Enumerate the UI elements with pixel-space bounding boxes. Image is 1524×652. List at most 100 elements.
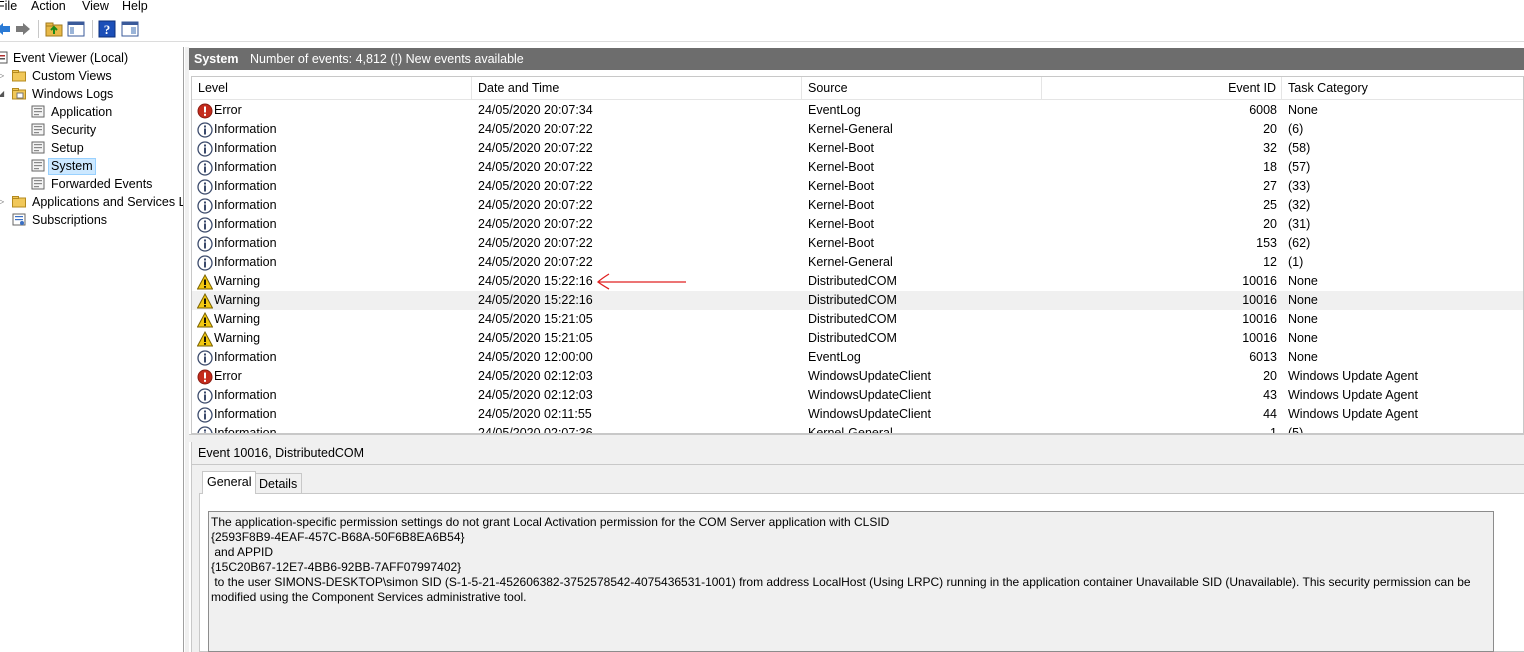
tab-details[interactable]: Details bbox=[254, 473, 303, 494]
menu-file[interactable]: File bbox=[0, 0, 17, 13]
menu-action[interactable]: Action bbox=[31, 0, 66, 13]
task-category-cell: None bbox=[1288, 312, 1318, 326]
date-cell: 24/05/2020 02:12:03 bbox=[478, 369, 593, 383]
table-row[interactable]: Information 24/05/2020 02:11:55 WindowsUpd… bbox=[192, 405, 1523, 424]
date-cell: 24/05/2020 20:07:22 bbox=[478, 198, 593, 212]
up-folder-icon[interactable] bbox=[45, 20, 63, 38]
table-row[interactable]: Warning 24/05/2020 15:21:05 DistributedCOM… bbox=[192, 310, 1523, 329]
level-cell: Information bbox=[214, 388, 277, 402]
tree-item-applications-and-services[interactable]: ▷ Applications and Services Lo bbox=[0, 193, 183, 211]
column-header-event-id[interactable]: Event ID bbox=[1042, 77, 1282, 99]
table-row[interactable]: Information 24/05/2020 20:07:22 Kernel-Boo… bbox=[192, 158, 1523, 177]
source-cell: Kernel-Boot bbox=[808, 217, 875, 231]
event-viewer-icon bbox=[0, 51, 8, 64]
svg-text:?: ? bbox=[104, 22, 111, 37]
table-row[interactable]: Information 24/05/2020 20:07:22 Kernel-Boo… bbox=[192, 234, 1523, 253]
table-row[interactable]: Information 24/05/2020 20:07:22 Kernel-Boo… bbox=[192, 215, 1523, 234]
information-icon bbox=[197, 179, 213, 195]
date-cell: 24/05/2020 15:21:05 bbox=[478, 331, 593, 345]
column-header-task-category[interactable]: Task Category bbox=[1282, 77, 1523, 99]
source-cell: EventLog bbox=[808, 103, 861, 117]
tree-item-forwarded-events[interactable]: Forwarded Events bbox=[0, 175, 183, 193]
forward-arrow-icon[interactable] bbox=[14, 20, 32, 38]
show-action-pane-icon[interactable] bbox=[121, 20, 139, 38]
event-id-cell: 27 bbox=[1263, 179, 1277, 193]
event-id-cell: 20 bbox=[1263, 217, 1277, 231]
information-icon bbox=[197, 160, 213, 176]
table-row[interactable]: Information 24/05/2020 20:07:22 Kernel-Boo… bbox=[192, 139, 1523, 158]
task-category-cell: (58) bbox=[1288, 141, 1311, 155]
task-category-cell: Windows Update Agent bbox=[1288, 388, 1418, 402]
column-header-source[interactable]: Source bbox=[802, 77, 1042, 99]
table-row[interactable]: Information 24/05/2020 02:07:36 Kernel-Gen… bbox=[192, 424, 1523, 433]
table-row[interactable]: Information 24/05/2020 20:07:22 Kernel-Boo… bbox=[192, 177, 1523, 196]
tab-general[interactable]: General bbox=[202, 471, 257, 494]
expand-arrow-icon[interactable]: ▷ bbox=[0, 193, 4, 211]
error-icon bbox=[197, 369, 213, 385]
column-header-date[interactable]: Date and Time bbox=[472, 77, 802, 99]
horizontal-splitter[interactable] bbox=[189, 434, 1524, 442]
show-hide-tree-icon[interactable] bbox=[67, 20, 85, 38]
toolbar-separator bbox=[38, 20, 39, 38]
information-icon bbox=[197, 122, 213, 138]
source-cell: Kernel-Boot bbox=[808, 198, 875, 212]
event-count-text: Number of events: 4,812 (!) New events a… bbox=[250, 52, 524, 66]
table-row[interactable]: Warning 24/05/2020 15:22:16 DistributedCOM… bbox=[192, 272, 1523, 291]
event-id-cell: 20 bbox=[1263, 122, 1277, 136]
table-row[interactable]: Warning 24/05/2020 15:22:16 DistributedCOM… bbox=[192, 291, 1523, 310]
table-row[interactable]: Information 24/05/2020 20:07:22 Kernel-Gen… bbox=[192, 120, 1523, 139]
tree-selected-label: System bbox=[48, 158, 96, 175]
task-category-cell: Windows Update Agent bbox=[1288, 407, 1418, 421]
event-id-cell: 10016 bbox=[1242, 312, 1277, 326]
collapse-arrow-icon[interactable]: ◢ bbox=[0, 85, 4, 103]
column-header-level[interactable]: Level bbox=[192, 77, 472, 99]
tree-item-subscriptions[interactable]: Subscriptions bbox=[0, 211, 183, 229]
log-icon bbox=[31, 177, 45, 190]
table-row[interactable]: Warning 24/05/2020 15:21:05 DistributedCOM… bbox=[192, 329, 1523, 348]
tree-item-system[interactable]: System bbox=[0, 157, 183, 175]
tree-item-security[interactable]: Security bbox=[0, 121, 183, 139]
task-category-cell: None bbox=[1288, 350, 1318, 364]
tree-item-event-viewer-local[interactable]: Event Viewer (Local) bbox=[0, 49, 183, 67]
table-row[interactable]: Error 24/05/2020 02:12:03 WindowsUpdateCli… bbox=[192, 367, 1523, 386]
information-icon bbox=[197, 236, 213, 252]
toolbar: ? bbox=[0, 16, 1524, 42]
date-cell: 24/05/2020 20:07:34 bbox=[478, 103, 593, 117]
back-arrow-icon[interactable] bbox=[0, 20, 12, 38]
warning-icon bbox=[196, 292, 214, 309]
menu-view[interactable]: View bbox=[82, 0, 109, 13]
tree-item-custom-views[interactable]: ▷ Custom Views bbox=[0, 67, 183, 85]
table-row[interactable]: Information 24/05/2020 20:07:22 Kernel-Gen… bbox=[192, 253, 1523, 272]
help-icon[interactable]: ? bbox=[98, 20, 116, 38]
event-id-cell: 18 bbox=[1263, 160, 1277, 174]
tree-item-application[interactable]: Application bbox=[0, 103, 183, 121]
date-cell: 24/05/2020 02:12:03 bbox=[478, 388, 593, 402]
navigation-tree: Event Viewer (Local) ▷ Custom Views ◢ Wi… bbox=[0, 47, 184, 652]
level-cell: Information bbox=[214, 236, 277, 250]
table-row[interactable]: Information 24/05/2020 02:12:03 WindowsUpd… bbox=[192, 386, 1523, 405]
menu-bar: File Action View Help bbox=[0, 0, 1524, 16]
table-row[interactable]: Information 24/05/2020 12:00:00 EventLog 60… bbox=[192, 348, 1523, 367]
table-row[interactable]: Error 24/05/2020 20:07:34 EventLog 6008 None bbox=[192, 101, 1523, 120]
level-cell: Information bbox=[214, 407, 277, 421]
level-cell: Information bbox=[214, 198, 277, 212]
log-icon bbox=[31, 123, 45, 136]
menu-help[interactable]: Help bbox=[122, 0, 148, 13]
task-category-cell: (62) bbox=[1288, 236, 1311, 250]
source-cell: DistributedCOM bbox=[808, 331, 897, 345]
event-id-cell: 44 bbox=[1263, 407, 1277, 421]
log-icon bbox=[31, 159, 45, 172]
event-message-text[interactable]: The application-specific permission sett… bbox=[208, 511, 1494, 652]
pane-splitter[interactable] bbox=[185, 47, 189, 652]
source-cell: Kernel-Boot bbox=[808, 141, 875, 155]
log-icon bbox=[31, 105, 45, 118]
date-cell: 24/05/2020 02:11:55 bbox=[478, 407, 592, 421]
level-cell: Information bbox=[214, 160, 277, 174]
event-id-cell: 6008 bbox=[1249, 103, 1277, 117]
tree-item-windows-logs[interactable]: ◢ Windows Logs bbox=[0, 85, 183, 103]
date-cell: 24/05/2020 20:07:22 bbox=[478, 160, 593, 174]
expand-arrow-icon[interactable]: ▷ bbox=[0, 67, 4, 85]
tree-item-setup[interactable]: Setup bbox=[0, 139, 183, 157]
log-header-bar: System Number of events: 4,812 (!) New e… bbox=[189, 48, 1524, 70]
table-row[interactable]: Information 24/05/2020 20:07:22 Kernel-Boo… bbox=[192, 196, 1523, 215]
